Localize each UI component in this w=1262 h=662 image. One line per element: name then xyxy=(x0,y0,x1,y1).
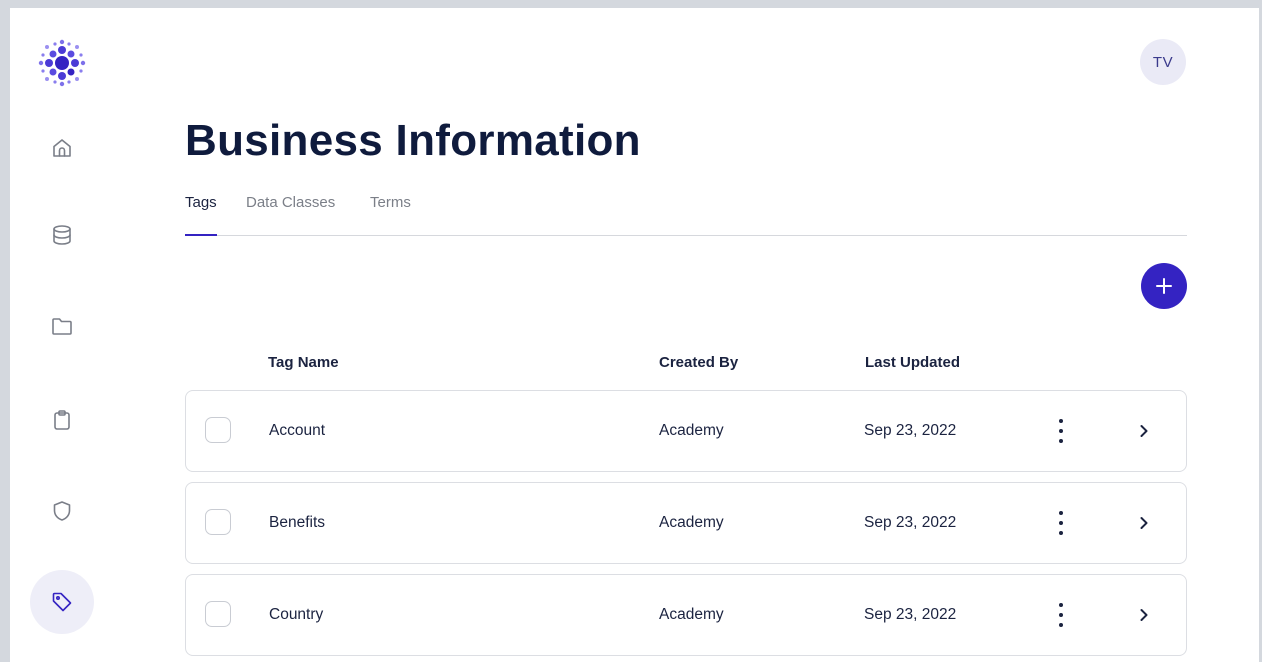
column-header-created-by[interactable]: Created By xyxy=(659,354,738,371)
column-header-last-updated[interactable]: Last Updated xyxy=(865,354,960,371)
folder-icon xyxy=(52,318,72,335)
sidebar-item-database[interactable] xyxy=(30,203,94,267)
plus-icon xyxy=(1156,278,1172,294)
tag-name-cell: Benefits xyxy=(269,514,326,531)
tab-data-classes[interactable]: Data Classes xyxy=(246,194,335,223)
row-checkbox[interactable] xyxy=(205,417,231,443)
app-window: TV Business Information Tags Data Classe… xyxy=(10,8,1259,662)
row-checkbox[interactable] xyxy=(205,601,231,627)
sidebar xyxy=(10,8,110,662)
more-options-icon[interactable] xyxy=(1054,511,1068,535)
tag-name-cell: Account xyxy=(269,422,326,439)
row-checkbox[interactable] xyxy=(205,509,231,535)
last-updated-cell: Sep 23, 2022 xyxy=(864,422,957,439)
home-icon xyxy=(53,139,71,157)
tag-name-cell: Country xyxy=(269,606,324,623)
tab-tags[interactable]: Tags xyxy=(185,194,217,236)
sidebar-item-folders[interactable] xyxy=(30,294,94,358)
chevron-right-icon[interactable] xyxy=(1134,605,1154,625)
database-icon xyxy=(53,225,71,245)
tag-icon xyxy=(52,592,72,612)
more-options-icon[interactable] xyxy=(1054,603,1068,627)
more-options-icon[interactable] xyxy=(1054,419,1068,443)
table-row[interactable]: Benefits Academy Sep 23, 2022 xyxy=(185,482,1187,564)
table-row[interactable]: Account Academy Sep 23, 2022 xyxy=(185,390,1187,472)
table-row[interactable]: Country Academy Sep 23, 2022 xyxy=(185,574,1187,656)
sidebar-item-tags[interactable] xyxy=(30,570,94,634)
chevron-right-icon[interactable] xyxy=(1134,421,1154,441)
shield-icon xyxy=(53,501,71,521)
tab-terms[interactable]: Terms xyxy=(370,194,411,223)
add-tag-button[interactable] xyxy=(1141,263,1187,309)
chevron-right-icon[interactable] xyxy=(1134,513,1154,533)
last-updated-cell: Sep 23, 2022 xyxy=(864,606,957,623)
user-avatar[interactable]: TV xyxy=(1140,39,1186,85)
clipboard-icon xyxy=(54,410,70,430)
sidebar-item-home[interactable] xyxy=(30,116,94,180)
sidebar-item-security[interactable] xyxy=(30,479,94,543)
last-updated-cell: Sep 23, 2022 xyxy=(864,514,957,531)
logo-icon[interactable] xyxy=(37,38,87,88)
sidebar-item-clipboard[interactable] xyxy=(30,388,94,452)
column-header-tag-name[interactable]: Tag Name xyxy=(268,354,339,371)
created-by-cell: Academy xyxy=(659,606,724,623)
page-title: Business Information xyxy=(185,116,641,165)
created-by-cell: Academy xyxy=(659,422,724,439)
tab-bar: Tags Data Classes Terms xyxy=(185,194,1187,236)
created-by-cell: Academy xyxy=(659,514,724,531)
